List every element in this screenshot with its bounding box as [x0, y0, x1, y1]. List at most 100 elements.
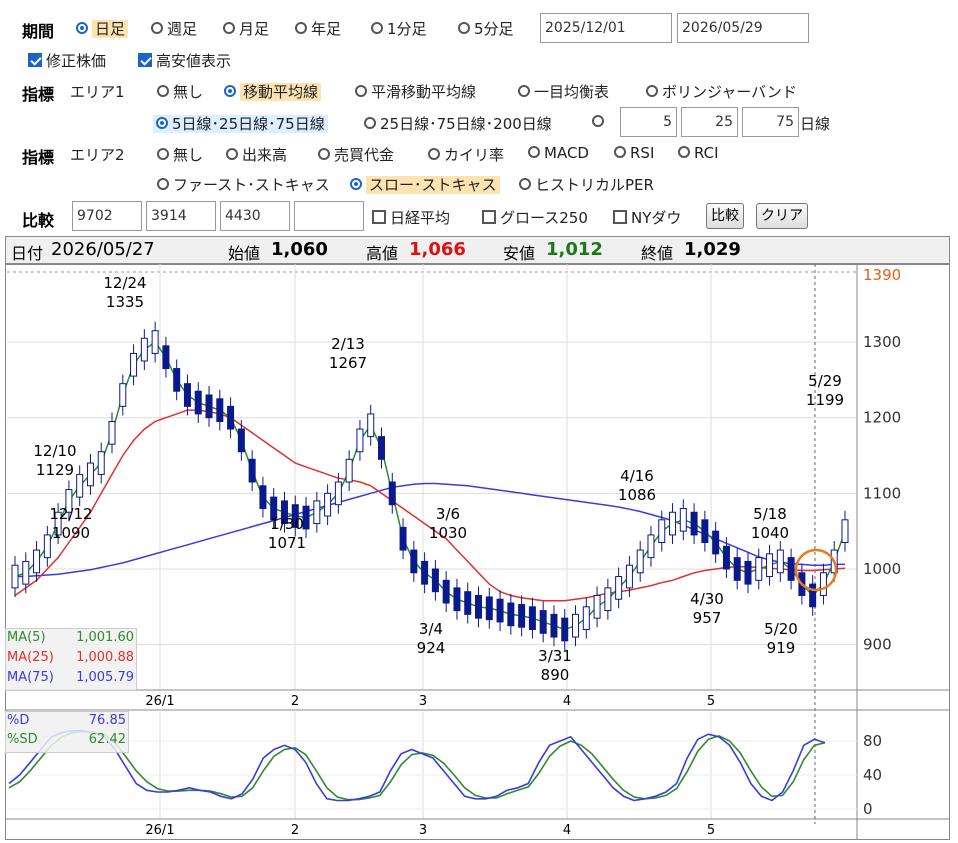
candle-body: [841, 519, 849, 544]
period-1min[interactable]: 1分足: [371, 18, 427, 39]
radio-icon[interactable]: [318, 147, 330, 160]
period-yearly[interactable]: 年足: [295, 18, 341, 39]
compare-code-3[interactable]: 4430: [220, 201, 290, 231]
annotation-value: 924: [417, 639, 446, 657]
ind1-ichimoku[interactable]: 一目均衡表: [518, 81, 609, 102]
candle-body: [97, 451, 105, 475]
annotation-value: 957: [693, 609, 722, 627]
compare-nydow[interactable]: NYダウ: [613, 207, 681, 228]
candle-body: [183, 383, 191, 407]
period-weekly[interactable]: 週足: [151, 18, 197, 39]
radio-icon[interactable]: [151, 21, 163, 34]
radio-icon[interactable]: [678, 145, 690, 158]
ind2-rci[interactable]: RCI: [678, 144, 719, 162]
checkbox-icon[interactable]: [482, 209, 496, 224]
ind2-volume[interactable]: 出来高: [226, 144, 287, 165]
ma-5-25-75[interactable]: 5日線･25日線･75日線: [153, 113, 328, 134]
ind1-smoothed-ma[interactable]: 平滑移動平均線: [355, 81, 476, 102]
annotation-date: 3/6: [436, 505, 460, 523]
ind2-hist-per[interactable]: ヒストリカルPER: [519, 174, 654, 195]
x-tick-label: 26/1: [145, 694, 174, 709]
candle-body: [787, 557, 795, 581]
radio-icon[interactable]: [646, 84, 658, 97]
clear-button[interactable]: クリア: [756, 203, 808, 229]
start-date-input[interactable]: 2025/12/01: [540, 13, 672, 43]
radio-icon[interactable]: [156, 116, 168, 129]
candle-body: [518, 604, 526, 628]
compare-button[interactable]: 比較: [706, 203, 744, 229]
ind2-rsi[interactable]: RSI: [614, 144, 654, 162]
ind2-none[interactable]: 無し: [157, 144, 203, 165]
ma-25-75-200[interactable]: 25日線･75日線･200日線: [364, 113, 552, 134]
ma-custom-2[interactable]: 25: [681, 107, 738, 137]
radio-icon[interactable]: [518, 84, 530, 97]
ind2-slow-stoch[interactable]: スロー･ストキャス: [350, 174, 500, 195]
date-value: 2026/05/27: [51, 239, 155, 260]
open-label: 始値: [228, 244, 261, 263]
ind1-bollinger[interactable]: ボリンジャーバンド: [646, 81, 797, 102]
checkbox-icon[interactable]: [138, 52, 152, 67]
radio-icon[interactable]: [223, 21, 235, 34]
ind2-macd[interactable]: MACD: [528, 144, 589, 162]
candle-body: [334, 481, 342, 506]
annotation-value: 1199: [806, 391, 844, 409]
candle-body: [582, 606, 590, 630]
candle-body: [140, 337, 148, 362]
area1-label: エリア1: [70, 83, 125, 101]
candle-body: [324, 492, 332, 517]
close-label: 終値: [641, 244, 674, 263]
compare-growth250[interactable]: グロース250: [482, 207, 588, 228]
radio-icon[interactable]: [295, 21, 307, 34]
ind1-none[interactable]: 無し: [157, 81, 203, 102]
period-daily[interactable]: 日足: [76, 18, 129, 39]
candle-body: [453, 587, 461, 612]
radio-icon[interactable]: [371, 21, 383, 34]
candle-body: [485, 596, 493, 621]
checkbox-icon[interactable]: [28, 52, 42, 67]
radio-icon[interactable]: [458, 21, 470, 34]
radio-icon[interactable]: [76, 21, 88, 34]
radio-icon[interactable]: [428, 147, 440, 160]
radio-icon[interactable]: [224, 84, 236, 97]
candle-body: [119, 383, 127, 407]
radio-icon[interactable]: [226, 147, 238, 160]
radio-icon[interactable]: [157, 147, 169, 160]
candle-body: [302, 505, 310, 530]
ind2-fast-stoch[interactable]: ファースト･ストキャス: [157, 174, 330, 195]
ma-custom-3[interactable]: 75: [742, 107, 799, 137]
radio-icon[interactable]: [157, 84, 169, 97]
radio-icon[interactable]: [355, 84, 367, 97]
radio-icon[interactable]: [614, 145, 626, 158]
candle-body: [22, 560, 30, 585]
price-chart[interactable]: 12/24133512/10112912/121090 1/3010712/131…: [5, 264, 950, 840]
ind1-ma[interactable]: 移動平均線: [224, 81, 322, 102]
radio-icon[interactable]: [528, 145, 540, 158]
radio-icon[interactable]: [157, 177, 169, 190]
annotation-date: 5/29: [808, 372, 842, 390]
candle-body: [755, 557, 763, 581]
ma-custom[interactable]: [592, 113, 608, 131]
ma-unit-label: 日線: [800, 115, 831, 133]
period-5min[interactable]: 5分足: [458, 18, 514, 39]
annotation-date: 12/10: [33, 442, 76, 460]
ind2-turnover[interactable]: 売買代金: [318, 144, 394, 165]
highlow-checkbox[interactable]: 高安値表示: [138, 50, 231, 71]
ma-custom-1[interactable]: 5: [620, 107, 677, 137]
compare-code-1[interactable]: 9702: [72, 201, 142, 231]
checkbox-icon[interactable]: [372, 209, 386, 224]
end-date-input[interactable]: 2026/05/29: [677, 13, 809, 43]
ind2-deviation[interactable]: カイリ率: [428, 144, 504, 165]
period-label: 期間: [22, 22, 55, 41]
radio-icon[interactable]: [519, 177, 531, 190]
period-monthly[interactable]: 月足: [223, 18, 269, 39]
adjusted-price-checkbox[interactable]: 修正株価: [28, 50, 106, 71]
compare-code-2[interactable]: 3914: [146, 201, 216, 231]
candle-body: [625, 564, 633, 589]
radio-icon[interactable]: [350, 177, 362, 190]
candle-body: [410, 549, 418, 574]
compare-nikkei[interactable]: 日経平均: [372, 207, 450, 228]
radio-icon[interactable]: [364, 116, 376, 129]
checkbox-icon[interactable]: [613, 209, 627, 224]
compare-code-4[interactable]: [294, 201, 364, 231]
radio-icon[interactable]: [592, 114, 604, 127]
